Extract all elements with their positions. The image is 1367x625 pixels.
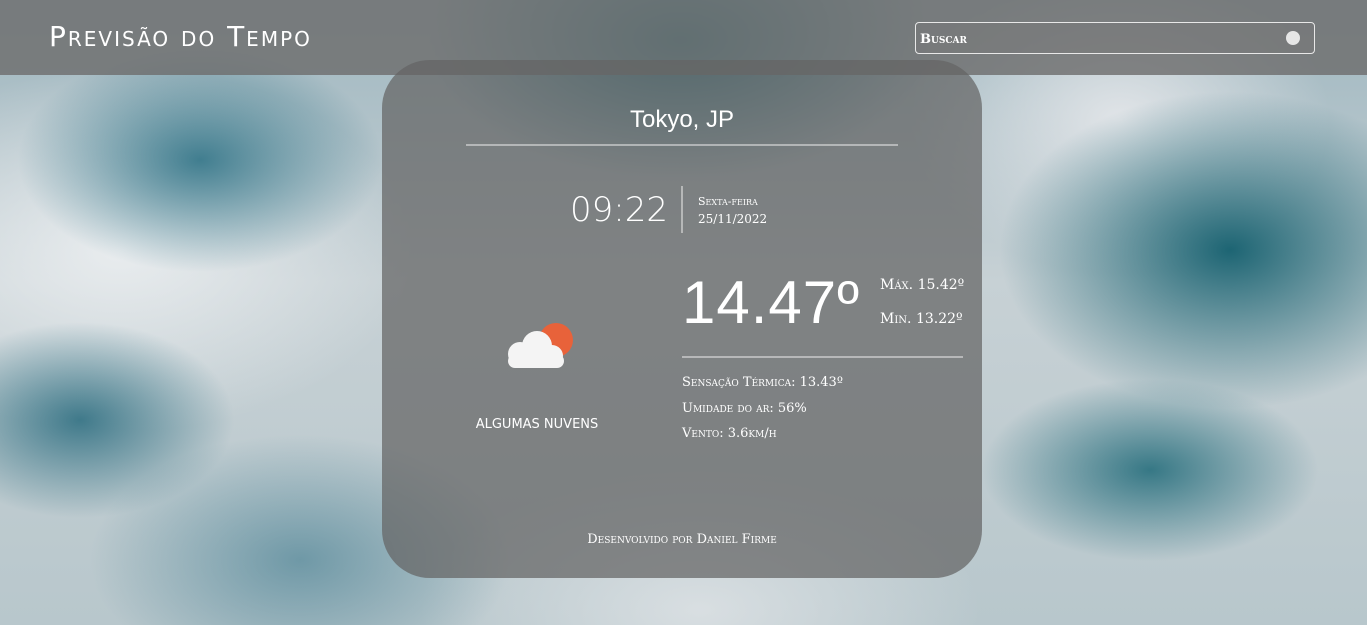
humidity-label: Umidade do ar:: [682, 401, 774, 416]
app-title: Previsão do Tempo: [49, 20, 312, 53]
search-input[interactable]: [920, 27, 1270, 51]
current-temperature: 14.47º: [682, 269, 861, 336]
min-label: Min.: [880, 311, 912, 327]
wind-label: Vento:: [682, 426, 724, 441]
time-divider: [681, 186, 683, 233]
feels-like-label: Sensação Térmica:: [682, 375, 796, 390]
weekday: Sexta-feira: [698, 195, 758, 208]
current-time: 09:22: [570, 190, 668, 230]
feels-like-value: 13.43º: [799, 375, 843, 390]
wind-value: 3.6km/h: [727, 426, 777, 441]
max-label: Máx.: [880, 277, 914, 293]
weather-condition: ALGUMAS NUVENS: [475, 417, 599, 432]
max-value: 15.42º: [917, 277, 965, 293]
city-name: Tokyo, JP: [629, 106, 735, 133]
humidity: Umidade do ar: 56%: [682, 401, 807, 416]
footer-credit: Desenvolvido por Daniel Firme: [587, 532, 777, 547]
feels-like: Sensação Térmica: 13.43º: [682, 375, 843, 390]
divider: [466, 144, 898, 146]
date: 25/11/2022: [698, 212, 768, 226]
wind: Vento: 3.6km/h: [682, 426, 777, 441]
min-temperature: Min. 13.22º: [880, 311, 963, 327]
weather-card: Tokyo, JP 09:22 Sexta-feira 25/11/2022 A…: [382, 60, 982, 578]
search-box[interactable]: [915, 22, 1315, 54]
min-value: 13.22º: [915, 311, 963, 327]
divider: [682, 356, 963, 358]
cloud-sun-icon: [508, 323, 573, 368]
search-icon[interactable]: [1286, 31, 1300, 45]
humidity-value: 56%: [777, 401, 807, 416]
max-temperature: Máx. 15.42º: [880, 277, 964, 293]
